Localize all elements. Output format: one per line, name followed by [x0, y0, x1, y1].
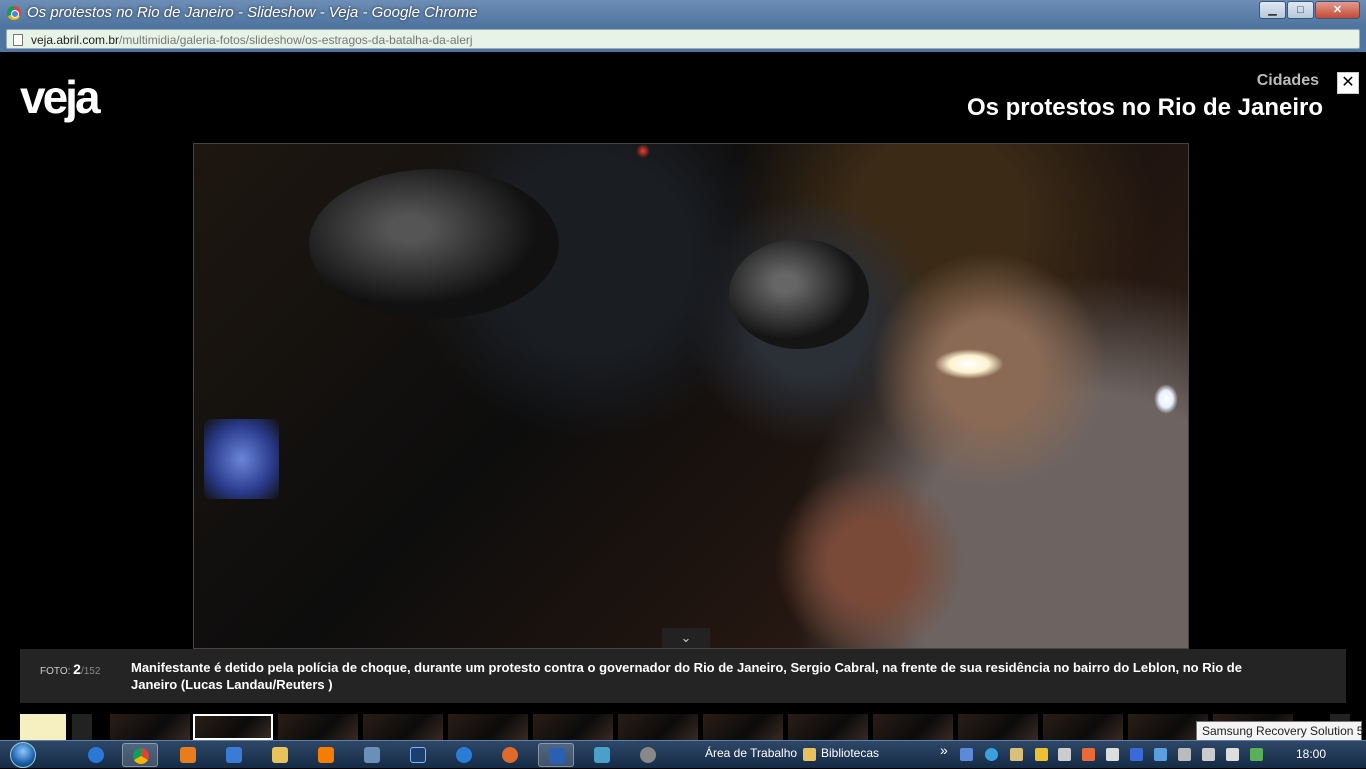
thumbnail[interactable]	[958, 714, 1038, 740]
taskbar-users[interactable]	[216, 743, 252, 767]
photo-detail	[934, 349, 1004, 379]
photo-counter-current: 2	[73, 661, 81, 677]
photo-detail	[729, 239, 869, 349]
thumbnail-active[interactable]	[193, 714, 273, 740]
minimize-button[interactable]: ▁	[1259, 1, 1286, 19]
thumbnail-strip	[20, 714, 1350, 740]
url-text[interactable]: veja.abril.com.br/multimidia/galeria-fot…	[31, 33, 473, 47]
tray-app-icon[interactable]	[1010, 748, 1023, 761]
tray-recovery-icon[interactable]	[1250, 748, 1263, 761]
tray-network-icon[interactable]	[1202, 748, 1215, 761]
tray-app-icon[interactable]	[985, 748, 998, 761]
thumbnail-nav[interactable]	[72, 714, 92, 740]
tray-app-icon[interactable]	[1058, 748, 1071, 761]
taskbar-app4[interactable]	[584, 743, 620, 767]
taskbar-explorer[interactable]	[262, 743, 298, 767]
slideshow-page: veja Cidades Os protestos no Rio de Jane…	[5, 52, 1361, 740]
desktop-toolbar[interactable]: Área de Trabalho	[705, 746, 797, 760]
expand-caption-button[interactable]: ⌄	[662, 628, 710, 648]
taskbar-word[interactable]	[538, 743, 574, 767]
url-field[interactable]: veja.abril.com.br/multimidia/galeria-fot…	[6, 29, 1360, 49]
photo-detail	[636, 144, 650, 158]
taskbar-photoshop[interactable]	[400, 743, 436, 767]
tray-sound-icon[interactable]	[1082, 748, 1095, 761]
app-icon	[640, 747, 656, 763]
app-icon	[456, 747, 472, 763]
folder-icon	[803, 748, 816, 761]
taskbar-clock[interactable]: 18:00	[1296, 747, 1326, 761]
taskbar-blogger[interactable]	[308, 743, 344, 767]
thumbnail[interactable]	[703, 714, 783, 740]
folder-icon	[272, 747, 288, 763]
photo-detail	[1154, 384, 1178, 414]
toolbar-overflow-button[interactable]: »	[940, 742, 948, 758]
app-icon	[594, 747, 610, 763]
media-player-icon	[180, 747, 196, 763]
users-icon	[226, 747, 242, 763]
thumbnail[interactable]	[1043, 714, 1123, 740]
caption-bar: FOTO: 2/152 Manifestante é detido pela p…	[20, 649, 1346, 703]
chrome-icon	[133, 748, 149, 764]
photo-detail	[309, 169, 559, 319]
app-icon	[364, 747, 380, 763]
window-titlebar: Os protestos no Rio de Janeiro - Slidesh…	[0, 0, 1366, 26]
photo-counter-total: /152	[80, 666, 101, 677]
word-icon	[549, 748, 565, 764]
taskbar-app3[interactable]	[492, 743, 528, 767]
thumbnail[interactable]	[533, 714, 613, 740]
internet-explorer-icon	[88, 747, 104, 763]
taskbar-media[interactable]	[170, 743, 206, 767]
tray-bluetooth-icon[interactable]	[1130, 748, 1143, 761]
window-controls: ▁ □ ✕	[1259, 1, 1360, 19]
thumbnail[interactable]	[618, 714, 698, 740]
slideshow-photo[interactable]	[193, 143, 1189, 649]
page-icon	[13, 34, 23, 46]
windows-start-icon	[10, 742, 36, 768]
thumbnail[interactable]	[110, 714, 190, 740]
url-path: /multimidia/galeria-fotos/slideshow/os-e…	[119, 33, 473, 47]
window-title: Os protestos no Rio de Janeiro - Slidesh…	[27, 4, 478, 21]
section-label: Cidades	[1256, 72, 1319, 89]
app-icon	[502, 747, 518, 763]
photo-detail	[204, 419, 279, 499]
taskbar-app5[interactable]	[630, 743, 666, 767]
photo-counter-label: FOTO:	[40, 666, 71, 677]
thumbnail[interactable]	[363, 714, 443, 740]
tray-tooltip: Samsung Recovery Solution 5	[1196, 721, 1363, 741]
tray-app-icon[interactable]	[1178, 748, 1191, 761]
libraries-toolbar[interactable]: Bibliotecas	[821, 746, 879, 760]
veja-logo[interactable]: veja	[20, 70, 101, 124]
tray-network-icon[interactable]	[960, 748, 973, 761]
taskbar-app2[interactable]	[446, 743, 482, 767]
taskbar-chrome[interactable]	[122, 743, 158, 767]
thumbnail-prev[interactable]	[20, 714, 66, 740]
maximize-button[interactable]: □	[1287, 1, 1314, 19]
taskbar-app[interactable]	[354, 743, 390, 767]
tray-volume-icon[interactable]	[1226, 748, 1239, 761]
taskbar: Área de Trabalho Bibliotecas » 18:00	[0, 740, 1366, 768]
blogger-icon	[318, 747, 334, 763]
taskbar-ie[interactable]	[78, 743, 114, 767]
thumbnail[interactable]	[448, 714, 528, 740]
photo-caption: Manifestante é detido pela polícia de ch…	[131, 660, 1242, 692]
thumbnail[interactable]	[873, 714, 953, 740]
photo-counter: FOTO: 2/152	[40, 661, 100, 677]
close-slideshow-button[interactable]: ✕	[1337, 72, 1359, 94]
tray-flag-icon[interactable]	[1106, 748, 1119, 761]
thumbnail[interactable]	[278, 714, 358, 740]
photoshop-icon	[410, 747, 426, 763]
address-bar: veja.abril.com.br/multimidia/galeria-fot…	[0, 26, 1366, 52]
thumbnail[interactable]	[788, 714, 868, 740]
url-host: veja.abril.com.br	[31, 33, 120, 47]
tray-app-icon[interactable]	[1035, 748, 1048, 761]
chrome-icon	[7, 6, 21, 20]
tray-app-icon[interactable]	[1154, 748, 1167, 761]
close-window-button[interactable]: ✕	[1315, 1, 1360, 19]
start-button[interactable]	[4, 741, 48, 769]
gallery-title: Os protestos no Rio de Janeiro	[966, 94, 1323, 121]
